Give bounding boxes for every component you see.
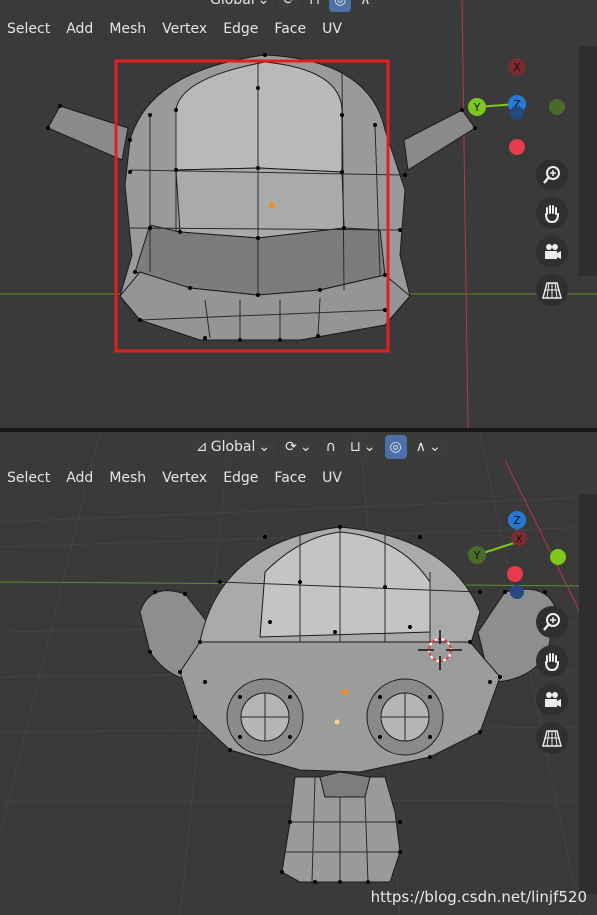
menu-vertex[interactable]: Vertex	[155, 18, 215, 40]
falloff-dropdown[interactable]: ∧	[355, 0, 376, 12]
svg-text:Y: Y	[473, 549, 481, 562]
snap-toggle[interactable]: ∩	[320, 435, 341, 459]
zoom-icon	[543, 166, 560, 184]
svg-text:X: X	[516, 534, 523, 545]
zoom-button[interactable]	[536, 159, 568, 191]
snap-icon: ⊓	[309, 0, 321, 8]
menu-edge[interactable]: Edge	[216, 18, 266, 40]
perspective-grid-icon	[542, 282, 562, 299]
menu-uv[interactable]: UV	[315, 467, 349, 489]
menu-vertex[interactable]: Vertex	[155, 467, 215, 489]
pivot-dropdown[interactable]: ⟳	[278, 0, 301, 12]
chevron-down-icon: ⌄	[299, 439, 312, 455]
menu-face[interactable]: Face	[267, 18, 314, 40]
header-toolbar-top: Global ⌄ ⟳ ⊓ ◎ ∧	[205, 0, 376, 12]
menu-mesh[interactable]: Mesh	[102, 18, 154, 40]
camera-icon	[545, 692, 561, 707]
svg-text:Z: Z	[513, 514, 521, 527]
watermark-text: https://blog.csdn.net/linjf520	[370, 888, 587, 906]
menu-add[interactable]: Add	[59, 18, 101, 40]
viewport-top[interactable]: X Y Z Global ⌄ ⟳ ⊓ ◎ ∧ Select Add Mesh Ve…	[0, 0, 597, 428]
menu-mesh[interactable]: Mesh	[102, 467, 154, 489]
snap-magnet-icon: ∩	[325, 439, 336, 455]
menu-add[interactable]: Add	[59, 467, 101, 489]
orientation-label: Global	[210, 439, 256, 455]
sidebar-tabs-bottom[interactable]	[579, 494, 597, 894]
viewport-canvas-bottom[interactable]: Z X Y	[0, 432, 597, 915]
svg-text:X: X	[513, 61, 521, 74]
origin-point	[269, 202, 275, 208]
header-toolbar-bottom: ⊿ Global ⌄ ⟳ ⌄ ∩ ⊔ ⌄ ◎ ∧ ⌄	[190, 435, 446, 459]
perspective-toggle[interactable]	[536, 274, 568, 306]
svg-text:Y: Y	[473, 101, 481, 114]
snap-increment-icon: ⊔	[349, 439, 361, 455]
menu-select[interactable]: Select	[0, 18, 58, 40]
falloff-icon: ∧	[415, 439, 426, 455]
zoom-button[interactable]	[536, 606, 568, 638]
chevron-down-icon: ⌄	[363, 439, 376, 455]
chevron-down-icon: ⌄	[258, 439, 271, 455]
hand-icon	[545, 653, 559, 672]
menu-bar-bottom: Select Add Mesh Vertex Edge Face UV	[0, 465, 349, 491]
chevron-down-icon: ⌄	[429, 439, 441, 455]
camera-button[interactable]	[536, 684, 568, 716]
origin-point	[342, 689, 348, 695]
proportional-icon: ◎	[334, 0, 347, 8]
snap-target-dropdown[interactable]: ⊔ ⌄	[344, 435, 381, 459]
viewport-bottom[interactable]: Z X Y ⊿ Global ⌄ ⟳ ⌄ ∩ ⊔ ⌄ ◎ ∧ ⌄ Select Add…	[0, 432, 597, 915]
pan-button[interactable]	[536, 197, 568, 229]
orientation-dropdown[interactable]: Global ⌄	[205, 0, 275, 12]
hand-icon	[545, 205, 559, 224]
pivot-icon: ⟳	[283, 0, 296, 8]
perspective-toggle[interactable]	[536, 722, 568, 754]
falloff-icon: ∧	[360, 0, 371, 8]
viewport-canvas-top[interactable]: X Y Z	[0, 0, 597, 428]
menu-select[interactable]: Select	[0, 467, 58, 489]
zoom-icon	[543, 613, 560, 631]
orientation-axis-icon: ⊿	[196, 439, 208, 455]
menu-edge[interactable]: Edge	[216, 467, 266, 489]
camera-button[interactable]	[536, 236, 568, 268]
pan-button[interactable]	[536, 645, 568, 677]
camera-icon	[545, 244, 561, 259]
snap-dropdown[interactable]: ⊓	[304, 0, 326, 12]
orientation-label: Global	[210, 0, 255, 8]
menu-uv[interactable]: UV	[315, 18, 349, 40]
orientation-dropdown[interactable]: ⊿ Global ⌄	[190, 435, 277, 459]
menu-face[interactable]: Face	[267, 467, 314, 489]
proportional-icon: ◎	[389, 439, 402, 455]
proportional-edit-toggle[interactable]: ◎	[329, 0, 352, 12]
sidebar-tabs-top[interactable]	[579, 46, 597, 276]
proportional-edit-toggle[interactable]: ◎	[384, 435, 407, 459]
perspective-grid-icon	[542, 730, 562, 747]
pivot-icon: ⟳	[285, 439, 297, 455]
chevron-down-icon: ⌄	[257, 0, 270, 8]
pivot-dropdown[interactable]: ⟳ ⌄	[280, 435, 317, 459]
menu-bar-top: Select Add Mesh Vertex Edge Face UV	[0, 16, 349, 42]
falloff-dropdown[interactable]: ∧ ⌄	[410, 435, 446, 459]
